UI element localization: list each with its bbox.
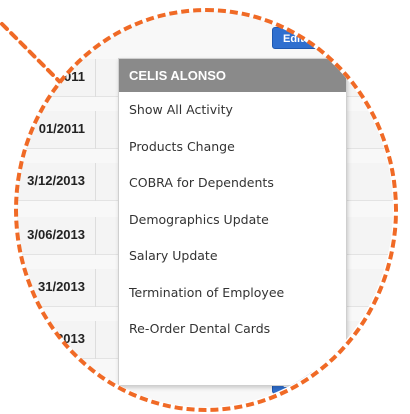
magnified-region: Edit 011 01/2011 3/12/2013 3/06/2013 31/… <box>17 11 393 407</box>
edit-button[interactable]: Edit <box>272 27 334 49</box>
menu-item-re-order-dental-cards[interactable]: Re-Order Dental Cards <box>119 311 346 348</box>
row-date: 3/12/2013 <box>27 173 85 188</box>
menu-header: CELIS ALONSO <box>119 59 346 92</box>
actions-dropdown-menu: CELIS ALONSO Show All Activity Products … <box>118 58 347 386</box>
menu-item-cobra-for-dependents[interactable]: COBRA for Dependents <box>119 165 346 202</box>
menu-item-demographics-update[interactable]: Demographics Update <box>119 202 346 239</box>
row-date: 31/2013 <box>38 279 85 294</box>
row-date: 3/06/2013 <box>27 227 85 242</box>
menu-item-salary-update[interactable]: Salary Update <box>119 238 346 275</box>
column-divider <box>95 269 96 307</box>
row-date: 01/2011 <box>38 121 85 136</box>
menu-item-termination-of-employee[interactable]: Termination of Employee <box>119 275 346 312</box>
column-divider <box>95 111 96 149</box>
row-date: 011 <box>64 69 85 84</box>
column-divider <box>95 59 96 97</box>
menu-item-products-change[interactable]: Products Change <box>119 129 346 166</box>
column-divider <box>95 321 96 359</box>
column-divider <box>95 163 96 201</box>
menu-item-show-all-activity[interactable]: Show All Activity <box>119 92 346 129</box>
row-date: 2013 <box>56 331 85 346</box>
column-divider <box>95 217 96 255</box>
